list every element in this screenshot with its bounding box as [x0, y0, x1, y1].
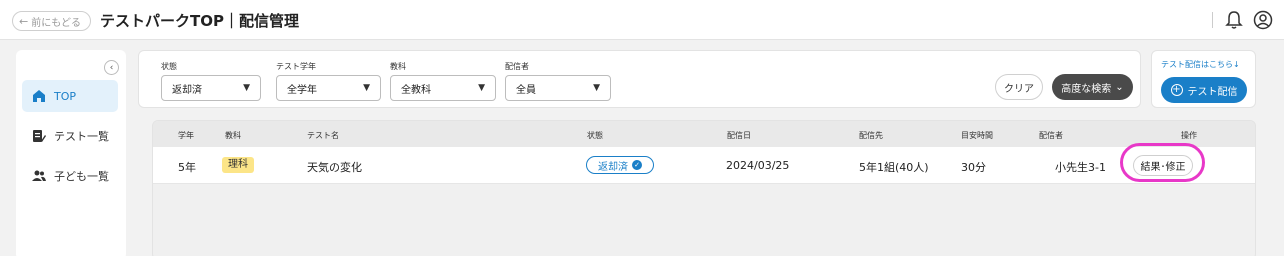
column-header-test-name: テスト名 — [307, 131, 339, 140]
cell-grade: 5年 — [178, 161, 196, 174]
plus-circle-icon: + — [1170, 84, 1183, 96]
arrow-left-icon: ← — [19, 14, 29, 28]
distribution-panel: テスト配信はこちら↓ + テスト配信 — [1151, 50, 1256, 108]
check-circle-icon: ✓ — [632, 160, 642, 170]
column-header-date: 配信日 — [727, 131, 751, 140]
back-button[interactable]: ← 前にもどる — [12, 11, 92, 31]
column-header-actions: 操作 — [1181, 131, 1197, 140]
subject-filter-label: 教科 — [390, 62, 406, 71]
cell-date: 2024/03/25 — [726, 159, 790, 172]
column-header-distributor: 配信者 — [1039, 131, 1063, 140]
advanced-search-label: 高度な検索 — [1061, 83, 1112, 95]
back-button-label: 前にもどる — [31, 17, 82, 29]
caret-down-icon: ▼ — [363, 83, 370, 93]
column-header-destination: 配信先 — [859, 131, 883, 140]
distributor-select-value: 全員 — [516, 84, 536, 96]
distributor-filter-label: 配信者 — [505, 62, 529, 71]
test-list-icon — [33, 130, 46, 142]
sidebar-item-label: テスト一覧 — [54, 130, 109, 143]
result-edit-button[interactable]: 結果･修正 — [1133, 155, 1193, 176]
status-select[interactable]: 返却済 ▼ — [161, 75, 261, 101]
status-filter: 状態 返却済 ▼ — [161, 61, 261, 101]
test-distribution-label: テスト配信 — [1187, 86, 1238, 98]
cell-test-name: 天気の変化 — [307, 161, 362, 174]
table-header: 学年 教科 テスト名 状態 配信日 配信先 目安時間 配信者 操作 — [153, 121, 1255, 147]
sidebar-item-children-list[interactable]: 子ども一覧 — [22, 160, 118, 192]
cell-distributor: 小先生3-1 — [1055, 161, 1106, 174]
status-select-value: 返却済 — [172, 84, 202, 96]
distribution-link-label: テスト配信はこちら — [1161, 60, 1233, 69]
column-header-grade: 学年 — [178, 131, 194, 140]
distributor-select[interactable]: 全員 ▼ — [505, 75, 611, 101]
grade-select-value: 全学年 — [287, 84, 317, 96]
sidebar-item-top[interactable]: TOP — [22, 80, 118, 112]
subject-tag: 理科 — [222, 157, 254, 173]
grade-select[interactable]: 全学年 ▼ — [276, 75, 381, 101]
advanced-search-button[interactable]: 高度な検索 ⌄ — [1052, 74, 1133, 100]
column-header-status: 状態 — [587, 131, 603, 140]
account-icon[interactable] — [1253, 10, 1273, 30]
distributor-filter: 配信者 全員 ▼ — [505, 61, 611, 101]
column-header-time: 目安時間 — [961, 131, 993, 140]
distribution-link[interactable]: テスト配信はこちら↓ — [1161, 59, 1240, 70]
people-icon — [32, 170, 46, 181]
chevron-left-icon: ‹ — [109, 62, 114, 73]
subject-select-value: 全教科 — [401, 84, 431, 96]
top-bar: ← 前にもどる テストパークTOP｜配信管理 — [0, 0, 1284, 40]
chevron-down-icon: ⌄ — [1115, 81, 1124, 93]
header-divider — [1212, 12, 1213, 28]
filter-panel: 状態 返却済 ▼ テスト学年 全学年 ▼ 教科 全教科 ▼ 配信者 全員 ▼ ク… — [138, 50, 1141, 108]
cell-destination: 5年1組(40人) — [859, 161, 929, 174]
sidebar-item-label: 子ども一覧 — [54, 170, 109, 183]
arrow-down-icon: ↓ — [1233, 60, 1240, 69]
page-title: テストパークTOP｜配信管理 — [100, 12, 299, 30]
caret-down-icon: ▼ — [243, 83, 250, 93]
status-badge: 返却済 ✓ — [586, 156, 654, 174]
subject-select[interactable]: 全教科 ▼ — [390, 75, 496, 101]
status-filter-label: 状態 — [161, 62, 177, 71]
collapse-sidebar-button[interactable]: ‹ — [104, 60, 119, 75]
sidebar: ‹ TOP テスト一覧 子ども一覧 — [16, 50, 126, 256]
bell-icon[interactable] — [1225, 10, 1243, 30]
grade-filter: テスト学年 全学年 ▼ — [276, 61, 381, 101]
home-icon — [33, 90, 45, 102]
subject-filter: 教科 全教科 ▼ — [390, 61, 496, 101]
sidebar-item-test-list[interactable]: テスト一覧 — [22, 120, 118, 152]
table-row[interactable]: 5年 理科 天気の変化 返却済 ✓ 2024/03/25 5年1組(40人) 3… — [153, 147, 1255, 184]
clear-button[interactable]: クリア — [995, 74, 1043, 100]
column-header-subject: 教科 — [225, 131, 241, 140]
status-badge-label: 返却済 — [598, 161, 628, 173]
grade-filter-label: テスト学年 — [276, 62, 316, 71]
test-distribution-button[interactable]: + テスト配信 — [1161, 77, 1247, 103]
distribution-table: 学年 教科 テスト名 状態 配信日 配信先 目安時間 配信者 操作 5年 理科 … — [152, 120, 1256, 256]
sidebar-item-label: TOP — [54, 89, 77, 103]
caret-down-icon: ▼ — [593, 83, 600, 93]
caret-down-icon: ▼ — [478, 83, 485, 93]
cell-time: 30分 — [961, 161, 986, 174]
